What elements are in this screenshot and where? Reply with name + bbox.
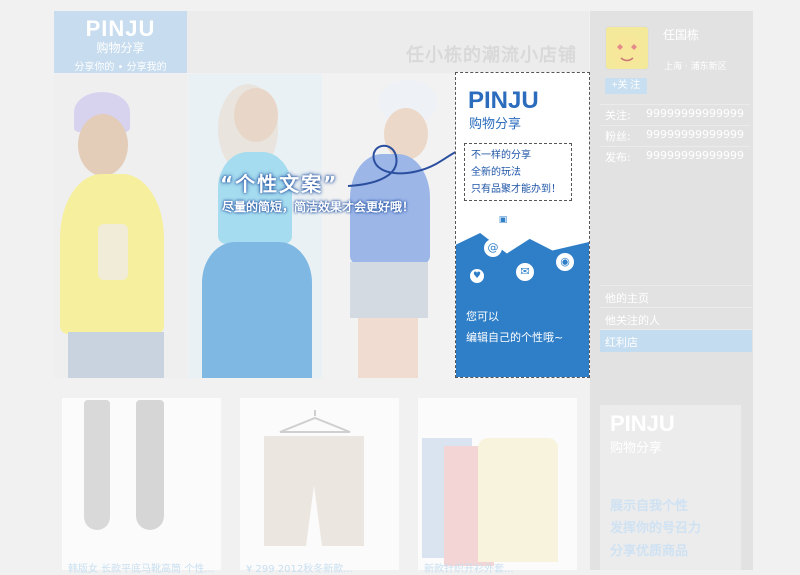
- product-caption[interactable]: 韩版女 长款平底马靴高筒 个性...: [68, 560, 214, 575]
- caption-subtitle: 尽量的简短，简洁效果才会更好哦！: [222, 200, 415, 214]
- feature-line: 只有品聚才能办到！: [471, 184, 561, 195]
- follow-button[interactable]: +关 注: [605, 78, 647, 94]
- model-photo-2[interactable]: [188, 74, 322, 378]
- product-card[interactable]: 新款针织开衫外套...: [418, 398, 577, 575]
- boot-shape: [84, 400, 110, 530]
- feature-line: 不一样的分享: [471, 150, 531, 161]
- logo-block[interactable]: PINJU 购物分享 分享你的 • 分享我的: [54, 11, 187, 73]
- stat-followers[interactable]: 粉丝: 99999999999999: [600, 125, 750, 144]
- product-caption[interactable]: ¥ 299 2012秋冬新款...: [246, 560, 353, 575]
- stat-value: 99999999999999: [646, 149, 744, 162]
- jeans-shape: [68, 332, 164, 378]
- promo-line: 分享优质商品: [610, 544, 689, 559]
- camera-icon: ◉: [556, 253, 574, 271]
- product-card[interactable]: 韩版女 长款平底马靴高筒 个性...: [62, 398, 221, 575]
- heart-icon: ♥: [470, 269, 484, 283]
- legs-shape: [358, 318, 418, 378]
- feature-text-box: 不一样的分享 全新的玩法 只有品聚才能办到！: [464, 143, 572, 201]
- stat-label: 发布:: [605, 151, 631, 164]
- sweater-shape: [478, 438, 558, 562]
- shorts-shape: [264, 436, 364, 546]
- feature-subtitle: 购物分享: [469, 117, 522, 132]
- logo-text: PINJU: [85, 16, 156, 41]
- nav-item-following[interactable]: 他关注的人: [600, 307, 752, 330]
- hanger-icon: [279, 410, 351, 433]
- model-photo-3[interactable]: [322, 74, 455, 378]
- product-card[interactable]: ¥ 299 2012秋冬新款...: [240, 398, 399, 575]
- nav-label: 红利店: [605, 336, 638, 349]
- user-name[interactable]: 任国栋: [663, 26, 699, 43]
- stat-value: 99999999999999: [646, 128, 744, 141]
- side-promo[interactable]: PINJU 购物分享 展示自我个性 发挥你的号召力 分享优质商品: [600, 405, 741, 570]
- product-caption[interactable]: 新款针织开衫外套...: [424, 560, 514, 575]
- nav-label: 他关注的人: [605, 314, 660, 327]
- feature-card[interactable]: PINJU 购物分享 不一样的分享 全新的玩法 只有品聚才能办到！ @ ✉ ◉ …: [455, 72, 590, 378]
- nav-item-bonus-shop[interactable]: 红利店: [600, 329, 752, 352]
- avatar-face-icon: [611, 35, 643, 67]
- stat-label: 关注:: [605, 109, 631, 122]
- feature-footer-2: 编辑自己的个性哦~: [466, 331, 564, 344]
- nav-label: 他的主页: [605, 292, 649, 305]
- feature-footer-1: 您可以: [466, 310, 499, 323]
- stat-following[interactable]: 关注: 99999999999999: [600, 104, 750, 123]
- logo-subtitle: 购物分享: [96, 41, 145, 55]
- promo-subtitle: 购物分享: [610, 441, 663, 456]
- promo-line: 发挥你的号召力: [610, 521, 702, 536]
- face-shape: [78, 114, 128, 176]
- boot-shape: [136, 400, 164, 530]
- header-banner: 任小栋的潮流小店铺: [187, 11, 589, 73]
- feature-line: 全新的玩法: [471, 167, 521, 178]
- comment-icon: ✉: [516, 263, 534, 281]
- avatar[interactable]: [605, 26, 649, 70]
- user-location: 上海 · 浦东新区: [664, 62, 727, 72]
- nav-item-home[interactable]: 他的主页: [600, 285, 752, 308]
- shorts-shape: [350, 262, 428, 318]
- logo-tagline: 分享你的 • 分享我的: [74, 62, 167, 73]
- skirt-shape: [202, 242, 312, 378]
- stat-value: 99999999999999: [646, 107, 744, 120]
- shop-title: 任小栋的潮流小店铺: [406, 45, 577, 66]
- promo-line: 展示自我个性: [610, 499, 689, 514]
- model-photo-1[interactable]: [54, 74, 187, 378]
- stat-posts[interactable]: 发布: 99999999999999: [600, 146, 750, 165]
- promo-logo: PINJU: [610, 411, 675, 436]
- shopping-bag-icon: ▣: [496, 213, 510, 227]
- feature-logo: PINJU: [468, 87, 539, 114]
- at-icon: @: [484, 239, 502, 257]
- caption-title: “个性文案”: [220, 172, 339, 196]
- shirt-print-shape: [98, 224, 128, 280]
- stat-label: 粉丝:: [605, 130, 631, 143]
